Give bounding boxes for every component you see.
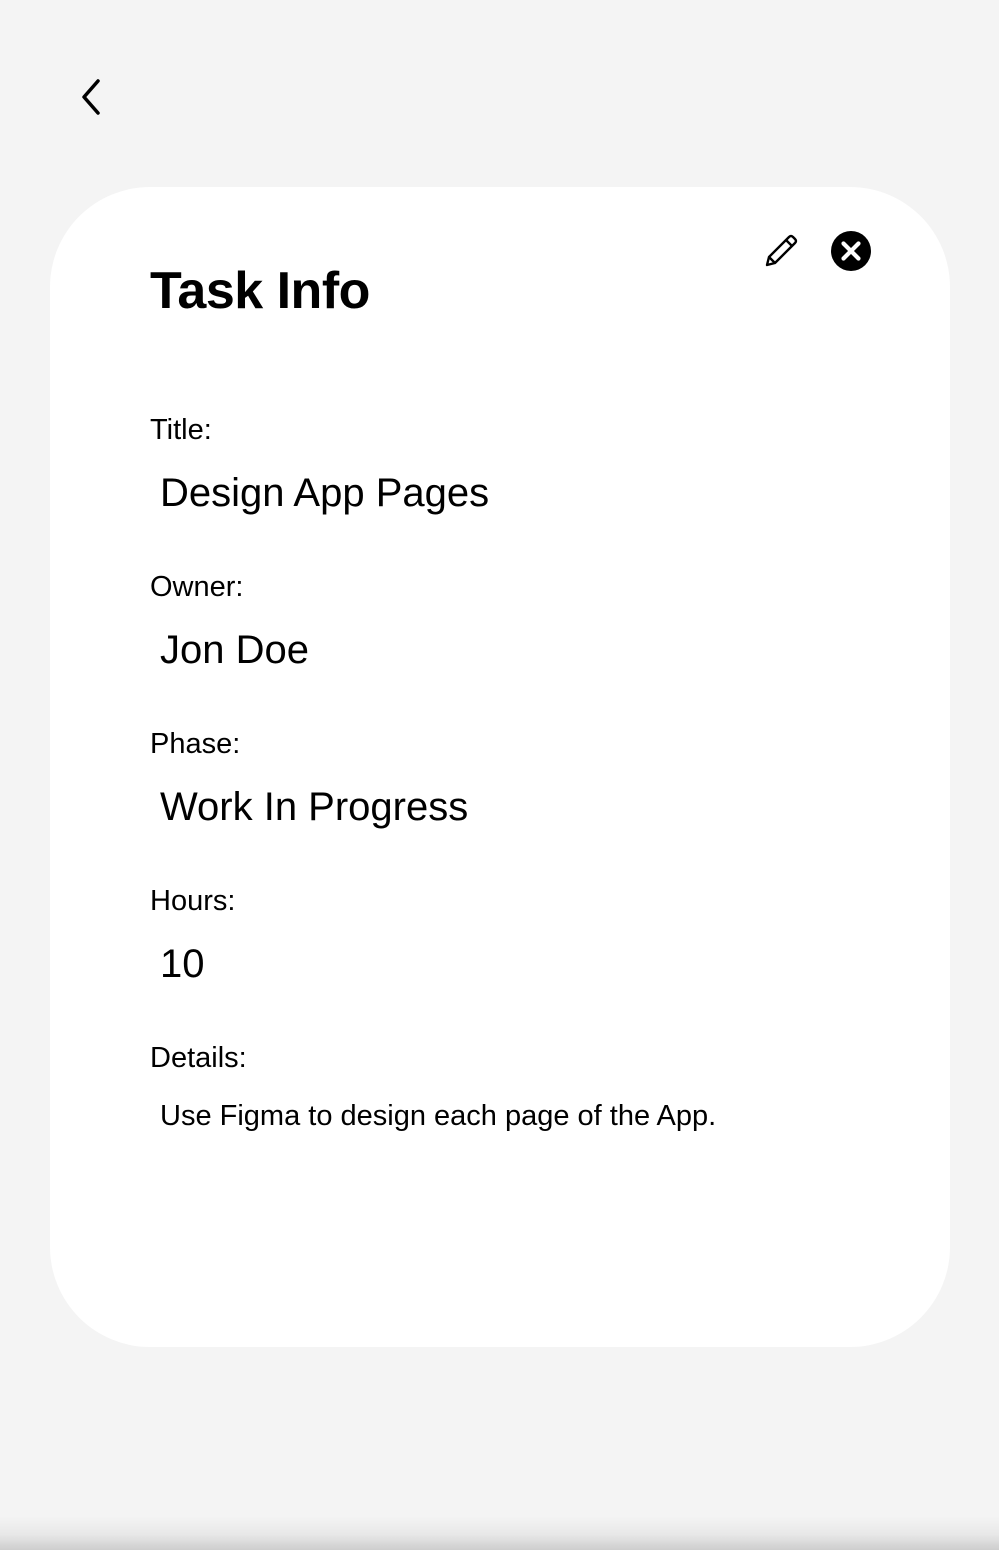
edit-button[interactable] (760, 230, 802, 272)
bottom-shadow (0, 1516, 999, 1550)
field-title-value: Design App Pages (160, 471, 490, 515)
field-owner: Owner: Jon Doe (150, 570, 870, 679)
field-phase-value: Work In Progress (160, 785, 469, 829)
field-hours-label: Hours: (150, 885, 236, 917)
field-owner-value: Jon Doe (160, 628, 309, 672)
field-hours: Hours: 10 (150, 884, 870, 993)
field-phase: Phase: Work In Progress (150, 727, 870, 836)
field-phase-label: Phase: (150, 728, 241, 760)
pencil-icon (765, 234, 798, 267)
field-title: Title: Design App Pages (150, 413, 870, 522)
field-title-label: Title: (150, 414, 212, 446)
task-fields: Title: Design App Pages Owner: Jon Doe P… (150, 413, 870, 1152)
card-actions (760, 230, 872, 272)
back-button[interactable] (70, 74, 112, 120)
field-hours-value: 10 (160, 942, 205, 986)
field-details: Details: Use Figma to design each page o… (150, 1041, 870, 1152)
field-details-value: Use Figma to design each page of the App… (160, 1100, 717, 1132)
close-circle-icon (831, 231, 871, 271)
task-info-card: Task Info Title: Design App Pages Owner:… (50, 187, 950, 1347)
close-button[interactable] (830, 230, 872, 272)
field-owner-label: Owner: (150, 571, 244, 603)
chevron-left-icon (82, 79, 100, 115)
page-title: Task Info (150, 262, 370, 320)
field-details-label: Details: (150, 1042, 247, 1074)
